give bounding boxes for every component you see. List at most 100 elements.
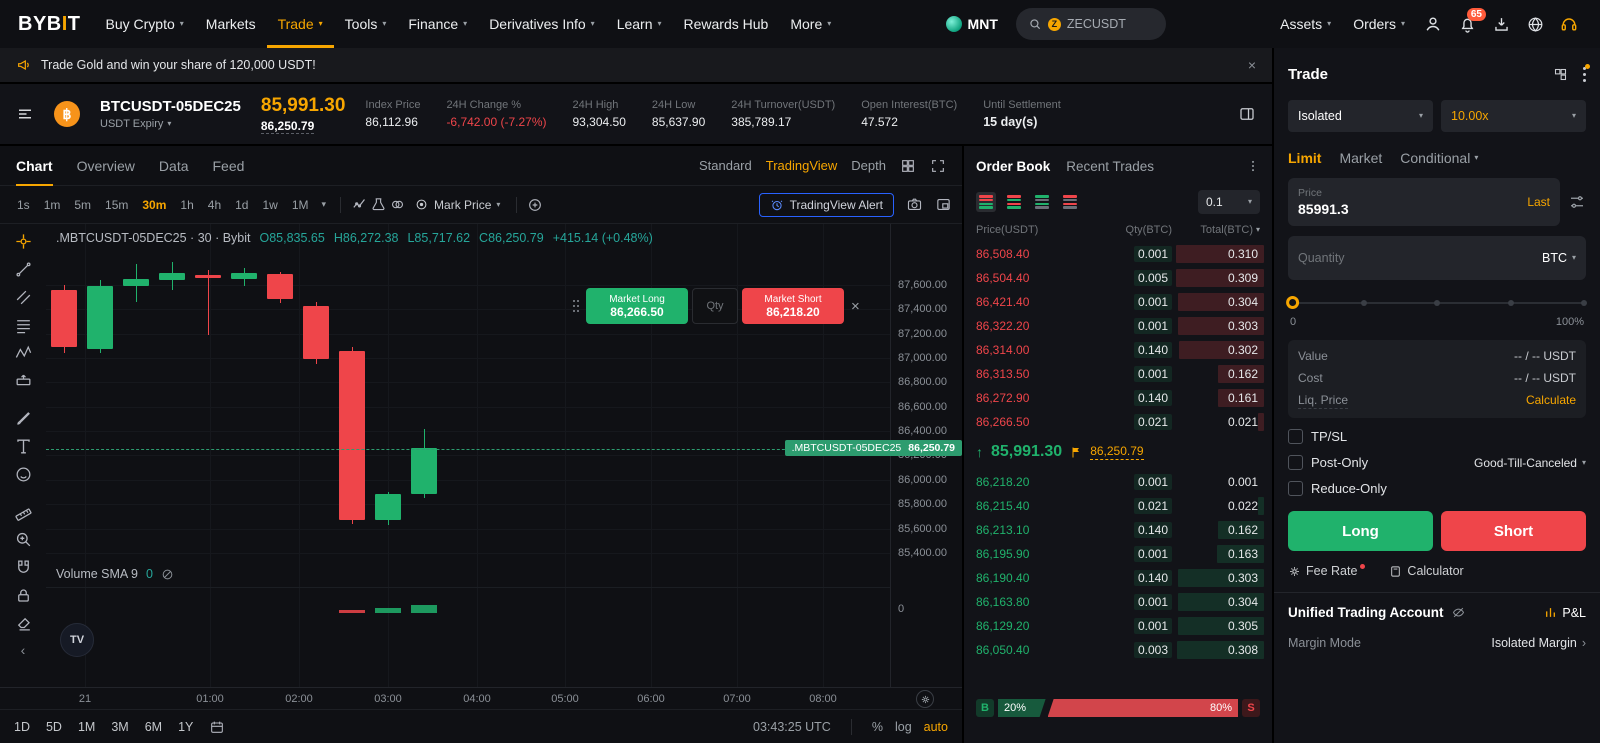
precision-select[interactable]: 0.1▾	[1198, 190, 1260, 214]
orderbook-last-price[interactable]: 85,991.30	[991, 443, 1062, 461]
announcement-close-icon[interactable]: ×	[1248, 57, 1256, 73]
nav-item-more[interactable]: More▾	[779, 0, 842, 48]
margin-mode-setting[interactable]: Isolated Margin›	[1491, 636, 1586, 650]
scale-log[interactable]: log	[895, 720, 912, 734]
layout-asks-icon[interactable]	[1060, 192, 1080, 212]
pnl-link[interactable]: P&L	[1544, 606, 1586, 620]
nav-item-trade[interactable]: Trade▾	[267, 0, 334, 48]
assets-menu[interactable]: Assets▾	[1269, 0, 1342, 48]
leverage-select[interactable]: 10.00x▾	[1441, 100, 1586, 132]
grid-layout-icon[interactable]	[900, 158, 916, 174]
orderbook-bid-row[interactable]: 86,213.100.1400.162	[964, 518, 1272, 542]
market-short-button[interactable]: Market Short 86,218.20	[742, 288, 844, 324]
mnt-ticker[interactable]: MNT	[946, 16, 998, 32]
quantity-slider[interactable]	[1290, 296, 1584, 310]
avatar[interactable]	[1416, 7, 1450, 41]
long-button[interactable]: Long	[1288, 511, 1433, 551]
last-price-button[interactable]: Last	[1527, 195, 1550, 209]
channel-tool-icon[interactable]	[9, 288, 37, 307]
tradingview-logo[interactable]: TV	[60, 623, 94, 657]
market-list-icon[interactable]	[16, 105, 34, 123]
timeframe-1w[interactable]: 1w	[255, 194, 284, 216]
layout-split-icon[interactable]	[1004, 192, 1024, 212]
pane-divider[interactable]	[46, 587, 890, 588]
notifications-bell[interactable]: 65	[1450, 7, 1484, 41]
pattern-tool-icon[interactable]	[9, 344, 37, 363]
orderbook-bid-row[interactable]: 86,190.400.1400.303	[964, 566, 1272, 590]
orderbook-ask-row[interactable]: 86,508.400.0010.310	[964, 242, 1272, 266]
nav-item-buy-crypto[interactable]: Buy Crypto▾	[95, 0, 195, 48]
price-adjust-icon[interactable]	[1568, 193, 1586, 211]
magnet-tool-icon[interactable]	[9, 558, 37, 577]
orderbook-ask-row[interactable]: 86,272.900.1400.161	[964, 386, 1272, 410]
orderbook-ask-row[interactable]: 86,313.500.0010.162	[964, 362, 1272, 386]
layout-both-icon[interactable]	[976, 192, 996, 212]
slider-handle[interactable]	[1286, 296, 1299, 309]
go-to-date-icon[interactable]	[209, 719, 225, 735]
layout-bids-icon[interactable]	[1032, 192, 1052, 212]
price-input[interactable]: Price 85991.3 Last	[1288, 178, 1560, 226]
lock-tool-icon[interactable]	[9, 586, 37, 605]
hide-indicator-icon[interactable]	[161, 568, 174, 581]
chart-tab-overview[interactable]: Overview	[77, 146, 135, 186]
orders-menu[interactable]: Orders▾	[1342, 0, 1416, 48]
mode-standard[interactable]: Standard	[699, 158, 752, 173]
ruler-tool-icon[interactable]	[9, 502, 37, 521]
close-icon[interactable]: ×	[851, 298, 860, 315]
orderbook-bid-row[interactable]: 86,129.200.0010.305	[964, 614, 1272, 638]
nav-item-markets[interactable]: Markets	[195, 0, 267, 48]
brush-tool-icon[interactable]	[9, 409, 37, 428]
chart-tab-data[interactable]: Data	[159, 146, 189, 186]
hide-balance-icon[interactable]	[1451, 605, 1466, 620]
widget-qty-field[interactable]: Qty	[692, 288, 738, 324]
nav-item-finance[interactable]: Finance▾	[397, 0, 478, 48]
instrument-type-select[interactable]: USDT Expiry▾	[100, 118, 241, 130]
scale-[interactable]: %	[872, 720, 883, 734]
range-5d[interactable]: 5D	[46, 720, 62, 734]
text-tool-icon[interactable]	[9, 437, 37, 456]
scale-auto[interactable]: auto	[924, 720, 948, 734]
orderbook-ask-row[interactable]: 86,314.000.1400.302	[964, 338, 1272, 362]
mode-depth[interactable]: Depth	[851, 158, 886, 173]
camera-icon[interactable]	[906, 196, 923, 213]
orderbook-ask-row[interactable]: 86,421.400.0010.304	[964, 290, 1272, 314]
range-3m[interactable]: 3M	[111, 720, 128, 734]
timeframe-4h[interactable]: 4h	[201, 194, 228, 216]
tab-recent-trades[interactable]: Recent Trades	[1066, 159, 1154, 174]
timeframe-1s[interactable]: 1s	[10, 194, 37, 216]
position-tool-icon[interactable]	[9, 372, 37, 391]
chart-tab-chart[interactable]: Chart	[16, 146, 53, 186]
axis-settings-icon[interactable]	[916, 690, 934, 708]
nav-item-rewards-hub[interactable]: Rewards Hub	[673, 0, 780, 48]
margin-mode-select[interactable]: Isolated▾	[1288, 100, 1433, 132]
search-input[interactable]: Z ZECUSDT	[1016, 8, 1166, 40]
quantity-unit-select[interactable]: BTC▾	[1542, 251, 1576, 265]
mark-price-selector[interactable]: Mark Price▾	[414, 197, 500, 212]
orderbook-ask-row[interactable]: 86,504.400.0050.309	[964, 266, 1272, 290]
support-headset-icon[interactable]	[1552, 7, 1586, 41]
emoji-tool-icon[interactable]	[9, 465, 37, 484]
quantity-input[interactable]: Quantity BTC▾	[1288, 236, 1586, 280]
volume-label[interactable]: Volume SMA 9	[56, 567, 138, 581]
popout-icon[interactable]	[935, 196, 952, 213]
fibonacci-tool-icon[interactable]	[9, 316, 37, 335]
orderbook-bid-row[interactable]: 86,050.400.0030.308	[964, 638, 1272, 662]
timeframe-30m[interactable]: 30m	[135, 194, 173, 216]
tradingview-alert-button[interactable]: TradingView Alert	[759, 193, 894, 217]
add-chart-icon[interactable]	[527, 197, 543, 213]
compare-icon[interactable]	[389, 196, 406, 213]
timeframe-15m[interactable]: 15m	[98, 194, 135, 216]
nav-item-learn[interactable]: Learn▾	[606, 0, 673, 48]
trade-more-icon[interactable]	[1582, 66, 1586, 82]
checkbox[interactable]	[1288, 481, 1303, 496]
timeframe-1d[interactable]: 1d	[228, 194, 255, 216]
short-button[interactable]: Short	[1441, 511, 1586, 551]
checkbox[interactable]	[1288, 429, 1303, 444]
orderbook-ask-row[interactable]: 86,322.200.0010.303	[964, 314, 1272, 338]
reduce-only-checkbox[interactable]: Reduce-Only	[1288, 481, 1586, 496]
mode-tradingview[interactable]: TradingView	[766, 158, 838, 173]
range-1d[interactable]: 1D	[14, 720, 30, 734]
legend-symbol[interactable]: .MBTCUSDT-05DEC25 · 30 · Bybit	[56, 231, 251, 245]
chart-style-icon[interactable]	[351, 196, 368, 213]
calculate-link[interactable]: Calculate	[1526, 393, 1576, 409]
